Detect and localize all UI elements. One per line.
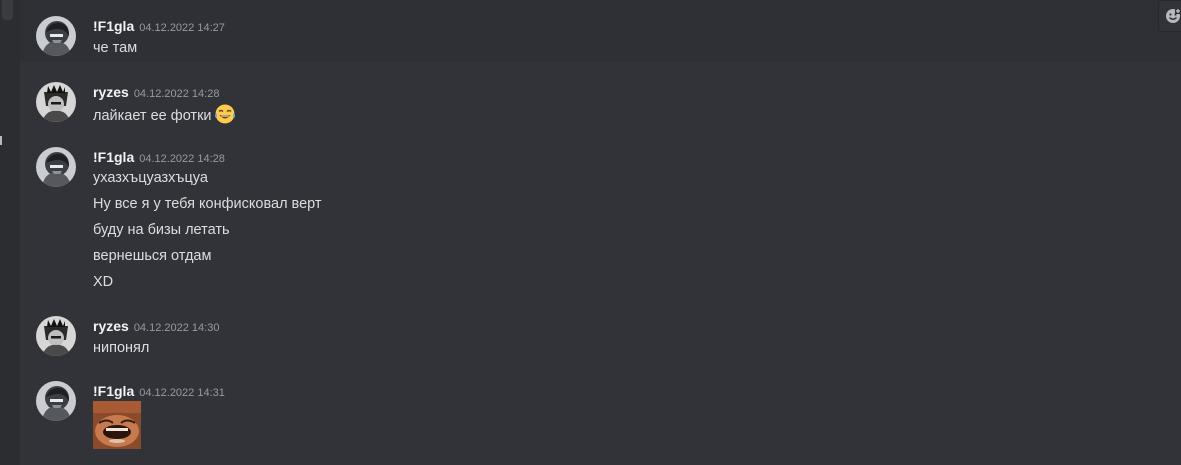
avatar-f1gla[interactable] bbox=[36, 381, 76, 421]
message-text: буду на бизы летать bbox=[93, 222, 230, 238]
message-timestamp: 04.12.2022 14:30 bbox=[133, 322, 220, 334]
username[interactable]: !F1gla bbox=[93, 383, 134, 399]
message-timestamp: 04.12.2022 14:28 bbox=[133, 88, 220, 100]
left-scroll-rail bbox=[0, 0, 20, 465]
message-group[interactable]: !F1gla 04.12.2022 14:28 ухазхъцуазхъцуа Н… bbox=[20, 145, 1181, 295]
message-timestamp: 04.12.2022 14:28 bbox=[139, 153, 225, 165]
message-text: лайкает ее фотки bbox=[93, 103, 236, 132]
left-scrollbar-thumb[interactable] bbox=[2, 0, 13, 20]
message-timestamp: 04.12.2022 14:31 bbox=[139, 387, 225, 399]
message-hover-toolbar bbox=[1158, 0, 1181, 32]
message-header: !F1gla 04.12.2022 14:28 bbox=[93, 147, 225, 167]
message-text: вернешься отдам bbox=[93, 248, 212, 264]
message-header: !F1gla 04.12.2022 14:27 bbox=[93, 16, 225, 36]
message-list: !F1gla 04.12.2022 14:27 че там ryzes 04.… bbox=[20, 0, 1181, 465]
avatar-ryzes[interactable] bbox=[36, 316, 76, 356]
message-timestamp: 04.12.2022 14:27 bbox=[139, 22, 225, 34]
message-text: XD bbox=[93, 274, 114, 290]
message-group[interactable]: ryzes 04.12.2022 14:28 лайкает ее фотки bbox=[20, 80, 1181, 130]
discord-chat-window: !F1gla 04.12.2022 14:27 че там ryzes 04.… bbox=[0, 0, 1181, 465]
message-text: ухазхъцуазхъцуа bbox=[93, 170, 208, 186]
unread-marker bbox=[0, 136, 2, 145]
username[interactable]: ryzes bbox=[93, 84, 129, 100]
avatar-f1gla[interactable] bbox=[36, 147, 76, 187]
username[interactable]: ryzes bbox=[93, 318, 129, 334]
message-header: ryzes 04.12.2022 14:30 bbox=[93, 316, 219, 336]
message-text: Ну все я у тебя конфисковал верт bbox=[93, 196, 322, 212]
joy-emoji-icon[interactable] bbox=[214, 103, 236, 132]
message-header: !F1gla 04.12.2022 14:31 bbox=[93, 381, 225, 401]
message-text: че там bbox=[93, 40, 138, 56]
laughing-man-sticker[interactable] bbox=[93, 401, 141, 449]
message-text-content: лайкает ее фотки bbox=[93, 108, 212, 124]
avatar-f1gla[interactable] bbox=[36, 16, 76, 56]
message-group[interactable]: ryzes 04.12.2022 14:30 нипонял bbox=[20, 314, 1181, 364]
message-group[interactable]: !F1gla 04.12.2022 14:31 bbox=[20, 379, 1181, 465]
avatar-ryzes[interactable] bbox=[36, 82, 76, 122]
username[interactable]: !F1gla bbox=[93, 149, 134, 165]
add-reaction-icon[interactable] bbox=[1165, 8, 1181, 24]
username[interactable]: !F1gla bbox=[93, 18, 134, 34]
message-header: ryzes 04.12.2022 14:28 bbox=[93, 82, 219, 102]
message-group[interactable]: !F1gla 04.12.2022 14:27 че там bbox=[20, 0, 1181, 62]
message-text: нипонял bbox=[93, 340, 150, 356]
